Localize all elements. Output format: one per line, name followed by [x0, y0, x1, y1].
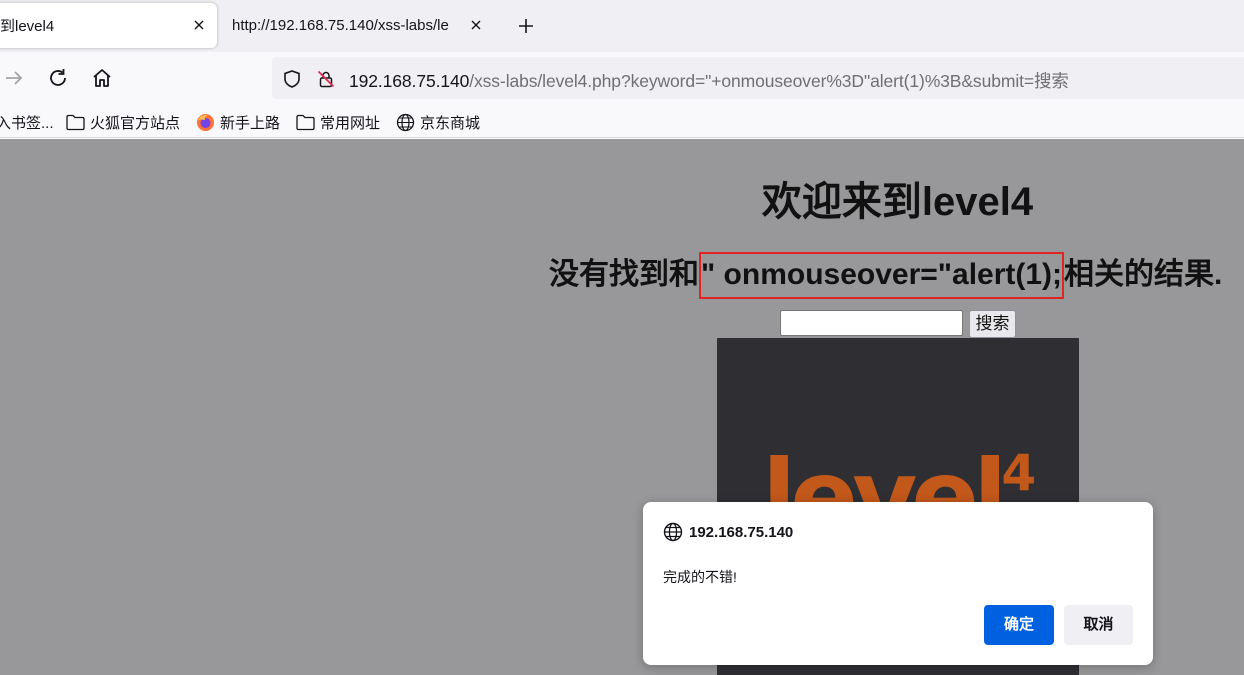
bookmark-getting-started[interactable]: 新手上路: [196, 111, 280, 133]
dialog-message: 完成的不错!: [663, 569, 737, 585]
bookmark-label: 常用网址: [320, 114, 381, 132]
keyword-search-input[interactable]: [780, 310, 963, 336]
bookmark-label: 入书签...: [0, 114, 54, 132]
navigation-toolbar: 192.168.75.140/xss-labs/level4.php?keywo…: [0, 52, 1244, 105]
firefox-icon: [197, 113, 214, 131]
tab-bar: 到level4 http://192.168.75.140/xss-labs/l…: [0, 0, 1244, 52]
globe-icon: [396, 113, 415, 131]
cancel-button[interactable]: 取消: [1064, 605, 1133, 645]
page-heading: 欢迎来到level4: [761, 180, 1034, 224]
highlighted-keyword: " onmouseover="alert(1);: [699, 252, 1065, 299]
url-text[interactable]: 192.168.75.140/xss-labs/level4.php?keywo…: [349, 68, 1069, 93]
home-icon[interactable]: [90, 66, 114, 90]
url-path: /xss-labs/level4.php?keyword="+onmouseov…: [469, 71, 1069, 91]
dialog-origin: 192.168.75.140: [689, 523, 794, 541]
url-host: 192.168.75.140: [349, 71, 470, 91]
tab-level4[interactable]: 到level4: [0, 3, 217, 48]
folder-icon: [296, 114, 315, 130]
url-bar[interactable]: 192.168.75.140/xss-labs/level4.php?keywo…: [272, 57, 1244, 99]
bookmarks-toolbar: 入书签... 火狐官方站点 新手上路 常用网址 京东商城: [0, 105, 1244, 138]
logo-number: 4: [1001, 444, 1036, 502]
tab-xss-labs[interactable]: http://192.168.75.140/xss-labs/le: [222, 3, 492, 48]
forward-arrow-icon[interactable]: [2, 66, 26, 90]
result-prefix: 没有找到和: [549, 258, 699, 291]
bookmark-firefox-official[interactable]: 火狐官方站点: [66, 111, 180, 133]
new-tab-plus-icon[interactable]: [516, 16, 536, 36]
search-submit-button[interactable]: 搜索: [969, 310, 1016, 338]
close-icon[interactable]: [468, 17, 484, 33]
bookmark-label: 火狐官方站点: [90, 114, 181, 132]
folder-icon: [66, 114, 85, 130]
result-message: 没有找到和" onmouseover="alert(1);相关的结果.: [549, 249, 1223, 299]
ok-button[interactable]: 确定: [984, 605, 1054, 645]
reload-icon[interactable]: [46, 66, 70, 90]
dialog-header: 192.168.75.140: [663, 522, 793, 542]
globe-icon: [663, 522, 683, 542]
bookmark-label: 京东商城: [420, 114, 481, 132]
bookmark-label: 新手上路: [220, 114, 281, 132]
bookmark-common-sites[interactable]: 常用网址: [296, 111, 380, 133]
shield-icon[interactable]: [282, 69, 302, 89]
bookmark-jd-mall[interactable]: 京东商城: [396, 111, 480, 133]
insecure-lock-icon[interactable]: [316, 69, 336, 89]
result-suffix: 相关的结果.: [1064, 258, 1223, 291]
tab-title: http://192.168.75.140/xss-labs/le: [232, 17, 449, 34]
close-icon[interactable]: [191, 17, 207, 33]
tab-title: 到level4: [0, 18, 55, 35]
alert-dialog: 192.168.75.140 完成的不错! 确定 取消: [643, 502, 1153, 665]
bookmark-import[interactable]: 入书签...: [0, 111, 54, 133]
